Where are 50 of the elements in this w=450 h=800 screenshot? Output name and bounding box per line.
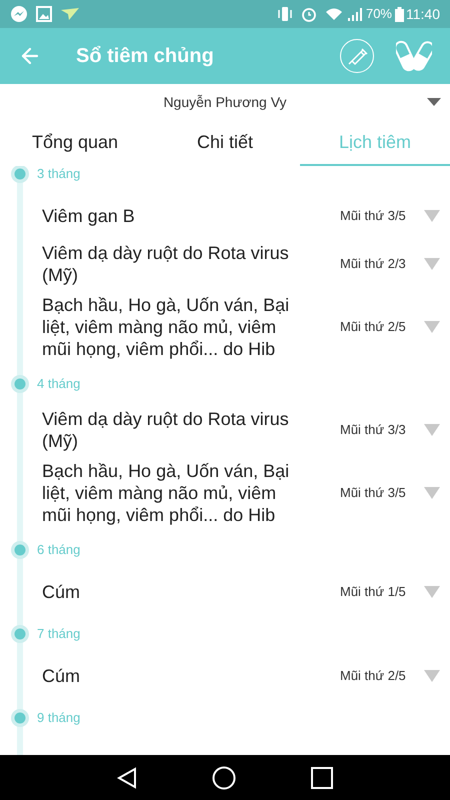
signal-icon bbox=[346, 7, 363, 21]
dropdown-arrow-icon bbox=[427, 98, 441, 106]
dropdown-arrow-icon[interactable] bbox=[424, 210, 440, 222]
messenger-icon bbox=[10, 5, 28, 23]
age-label: 3 tháng bbox=[37, 166, 80, 184]
dose-label: Mũi thứ 1/5 bbox=[340, 583, 407, 602]
vaccine-name: Bạch hầu, Ho gà, Uốn ván, Bại liệt, viêm màng não mủ, viêm mũi họng, viêm phổi... do Hib bbox=[42, 294, 290, 360]
vaccine-name: Viêm gan B bbox=[42, 205, 136, 227]
dropdown-arrow-icon[interactable] bbox=[424, 424, 440, 436]
plane-icon bbox=[60, 7, 80, 21]
screen-title: Sổ tiêm chủng bbox=[76, 44, 214, 69]
vaccine-name: Viêm dạ dày ruột do Rota virus (Mỹ) bbox=[42, 408, 290, 452]
dose-label: Mũi thứ 2/3 bbox=[340, 255, 407, 274]
dose-label: Mũi thứ 3/5 bbox=[340, 484, 407, 502]
dropdown-arrow-icon[interactable] bbox=[424, 258, 440, 270]
back-nav-button[interactable] bbox=[117, 766, 138, 788]
timeline-dot-icon bbox=[11, 375, 29, 393]
vaccine-name: Cúm bbox=[42, 581, 82, 603]
timeline-dot-icon bbox=[11, 541, 29, 559]
age-label: 9 tháng bbox=[37, 709, 80, 728]
age-label: 4 tháng bbox=[37, 375, 80, 394]
dose-label: Mũi thứ 2/5 bbox=[340, 318, 407, 336]
vaccine-name: Bạch hầu, Ho gà, Uốn ván, Bại liệt, viêm màng não mủ, viêm mũi họng, viêm phổi... do Hib bbox=[42, 460, 290, 526]
timeline-dot-icon bbox=[11, 625, 29, 643]
dropdown-arrow-icon[interactable] bbox=[424, 487, 440, 499]
battery-percent: 70% bbox=[366, 5, 392, 24]
home-nav-button[interactable] bbox=[212, 766, 236, 790]
dose-label: Mũi thứ 3/3 bbox=[340, 421, 407, 440]
battery-icon bbox=[395, 6, 404, 22]
dose-label: Mũi thứ 2/5 bbox=[340, 667, 407, 686]
syringe-button[interactable] bbox=[340, 39, 374, 73]
vaccine-name: Cúm bbox=[42, 665, 82, 687]
dropdown-arrow-icon[interactable] bbox=[424, 321, 440, 333]
vibrate-icon bbox=[276, 6, 293, 22]
alarm-icon bbox=[300, 6, 317, 22]
pills-button[interactable] bbox=[396, 39, 432, 73]
dropdown-arrow-icon[interactable] bbox=[424, 586, 440, 598]
recents-nav-button[interactable] bbox=[310, 766, 333, 788]
dropdown-arrow-icon[interactable] bbox=[424, 670, 440, 682]
dose-label: Mũi thứ 3/5 bbox=[340, 207, 407, 226]
age-label: 6 tháng bbox=[37, 541, 80, 560]
wifi-icon bbox=[324, 7, 343, 21]
vaccine-name: Viêm dạ dày ruột do Rota virus (Mỹ) bbox=[42, 242, 290, 286]
tab[interactable]: Tổng quan bbox=[0, 120, 150, 166]
age-label: 7 tháng bbox=[37, 625, 80, 644]
timeline-dot-icon bbox=[11, 709, 29, 727]
clock: 11:40 bbox=[406, 4, 440, 24]
profile-selector[interactable]: Nguyễn Phương Vy bbox=[0, 84, 450, 120]
tab[interactable]: Chi tiết bbox=[150, 120, 300, 166]
image-icon bbox=[36, 6, 52, 22]
